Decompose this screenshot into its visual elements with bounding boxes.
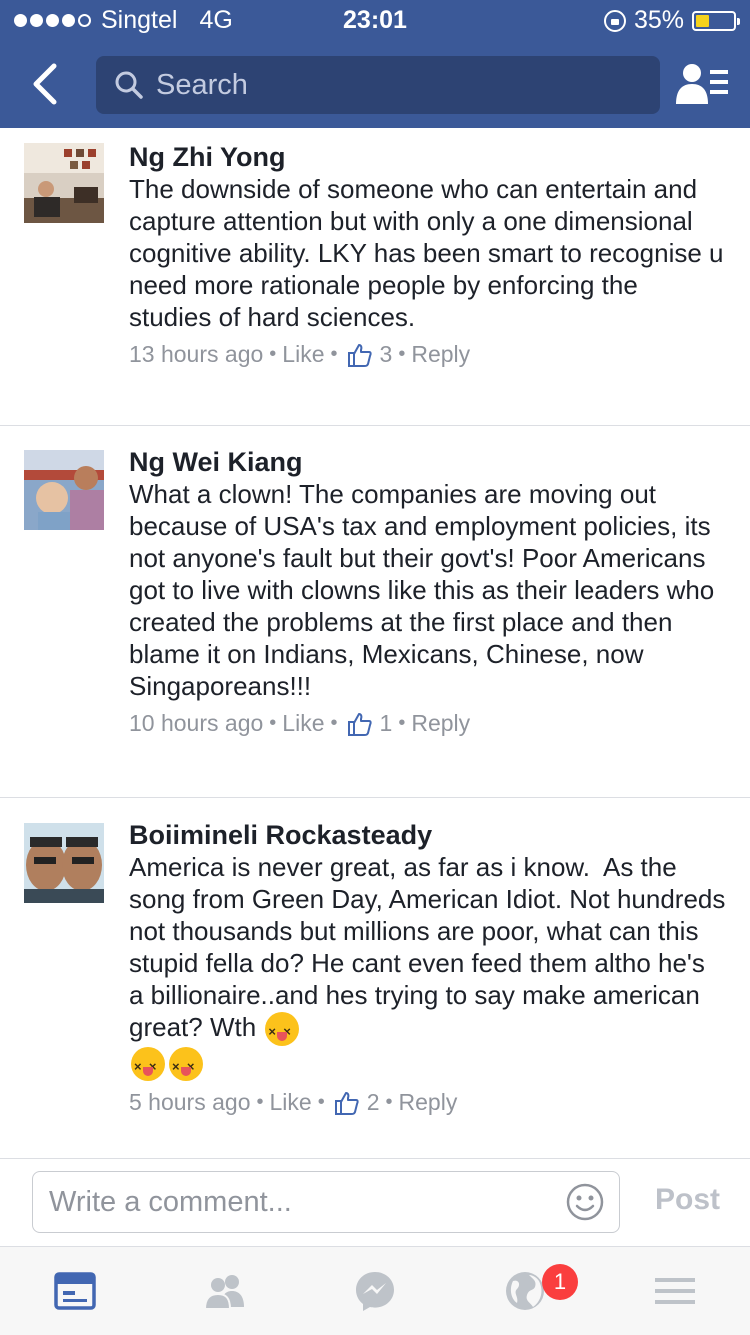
battery-icon [692,10,740,31]
separator-dot: • [269,343,277,365]
separator-dot: • [385,1091,393,1114]
comment-meta: 10 hours ago • Like • 1 • Reply [129,710,726,737]
separator-dot: • [330,343,338,365]
comment-text: America is never great, as far as i know… [129,851,726,1083]
smiley-icon[interactable] [565,1182,605,1222]
like-count: 2 [366,1089,380,1116]
navigation-bar: Search [0,40,750,128]
like-thumb-icon [347,343,372,367]
comment-time: 5 hours ago [129,1089,251,1116]
reply-button[interactable]: Reply [411,341,470,368]
like-count: 1 [379,710,393,736]
separator-dot: • [317,1091,325,1114]
messenger-icon[interactable] [353,1269,397,1313]
comment-text-body: America is never great, as far as i know… [129,852,733,1042]
comment-author[interactable]: Ng Zhi Yong [129,141,726,173]
comment-text: What a clown! The companies are moving o… [129,479,722,701]
comment-meta: 5 hours ago • Like • 2 • Reply [129,1089,726,1116]
status-right: 35% [603,6,740,35]
comment-input-placeholder: Write a comment... [49,1185,292,1218]
search-placeholder: Search [156,68,248,101]
squinting-tongue-emoji-icon [169,1047,203,1083]
globe-icon[interactable] [503,1269,547,1313]
comment-author[interactable]: Ng Wei Kiang [129,446,726,478]
squinting-tongue-emoji-icon [131,1047,165,1083]
avatar[interactable] [24,143,104,223]
separator-dot: • [398,343,406,365]
like-button[interactable]: Like [270,1089,312,1116]
friends-icon[interactable] [203,1269,247,1313]
friends-list-icon[interactable] [676,62,728,106]
comment-item: Boiimineli Rockasteady America is never … [0,798,750,1160]
comment-meta: 13 hours ago • Like • 3 • Reply [129,341,726,368]
separator-dot: • [269,712,277,734]
like-button[interactable]: Like [282,710,324,737]
status-bar: Singtel 4G 23:01 35% [0,0,750,40]
comment-time: 13 hours ago [129,341,264,367]
comment-author[interactable]: Boiimineli Rockasteady [129,819,726,851]
comment-input[interactable]: Write a comment... [32,1171,620,1233]
news-feed-icon[interactable] [53,1269,97,1313]
reply-button[interactable]: Reply [399,1089,458,1116]
comment-time: 10 hours ago [129,710,264,736]
rotation-lock-icon [603,9,626,32]
notifications-badge: 1 [542,1264,578,1300]
tab-bar: 1 [0,1246,750,1335]
like-count: 3 [379,341,393,367]
like-thumb-icon [334,1091,359,1115]
avatar[interactable] [24,450,104,530]
avatar[interactable] [24,823,104,903]
menu-icon[interactable] [653,1269,697,1313]
post-button[interactable]: Post [655,1183,720,1217]
comment-text: The downside of someone who can entertai… [129,174,731,332]
search-icon [115,71,143,99]
separator-dot: • [398,712,406,734]
like-button[interactable]: Like [282,341,324,368]
comment-item: Ng Wei Kiang What a clown! The companies… [0,426,750,798]
battery-percentage: 35% [633,6,684,34]
back-arrow-icon[interactable] [24,58,74,110]
like-thumb-icon [347,712,372,736]
separator-dot: • [330,712,338,734]
comments-list: Ng Zhi Yong The downside of someone who … [0,128,750,1160]
squinting-tongue-emoji-icon [265,1012,300,1048]
reply-button[interactable]: Reply [411,710,470,737]
comment-item: Ng Zhi Yong The downside of someone who … [0,128,750,426]
separator-dot: • [256,1091,264,1114]
comment-composer: Write a comment... Post [0,1158,750,1247]
search-input[interactable]: Search [96,56,660,114]
